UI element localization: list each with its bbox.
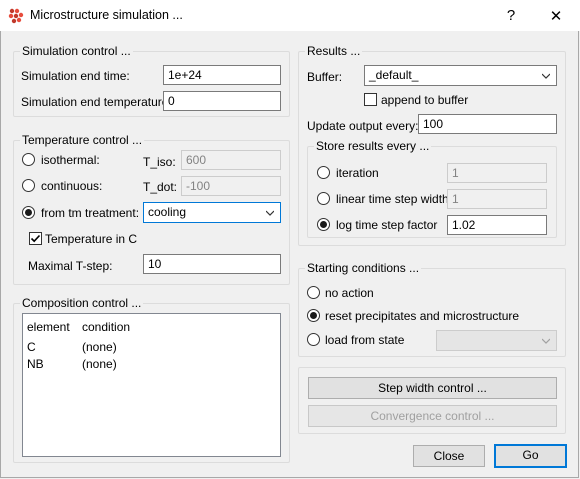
chevron-down-icon — [542, 73, 550, 79]
treatment-select-value: cooling — [148, 205, 187, 219]
from-tm-treatment-label: from tm treatment: — [41, 206, 140, 220]
isothermal-radio[interactable] — [22, 153, 35, 166]
max-tstep-label: Maximal T-step: — [28, 259, 113, 273]
linear-time-step-radio[interactable] — [317, 192, 330, 205]
from-tm-treatment-radio[interactable] — [22, 206, 35, 219]
log-time-step-label: log time step factor — [336, 218, 438, 232]
window-title: Microstructure simulation ... — [30, 8, 183, 22]
treatment-select[interactable]: cooling — [143, 202, 281, 223]
buffer-select[interactable]: _default_ — [364, 65, 557, 86]
append-to-buffer-label: append to buffer — [381, 93, 469, 107]
state-select[interactable] — [436, 330, 557, 351]
iteration-radio[interactable] — [317, 166, 330, 179]
update-output-label: Update output every: — [307, 119, 419, 133]
app-icon — [8, 8, 24, 24]
results-legend: Results ... — [305, 44, 363, 58]
column-header-element[interactable]: element — [27, 320, 70, 334]
continuous-radio[interactable] — [22, 179, 35, 192]
isothermal-label: isothermal: — [41, 153, 100, 167]
buffer-select-value: _default_ — [369, 68, 419, 82]
load-from-state-radio[interactable] — [307, 333, 320, 346]
convergence-control-button[interactable]: Convergence control ... — [308, 405, 557, 427]
buffer-label: Buffer: — [307, 70, 343, 84]
chevron-down-icon — [542, 338, 550, 344]
close-window-button[interactable]: ✕ — [533, 0, 579, 31]
iteration-label: iteration — [336, 166, 379, 180]
log-time-step-input[interactable]: 1.02 — [447, 215, 547, 235]
max-tstep-input[interactable]: 10 — [143, 254, 281, 274]
temperature-control-legend: Temperature control ... — [20, 133, 145, 147]
composition-control-legend: Composition control ... — [20, 296, 144, 310]
end-time-label: Simulation end time: — [21, 69, 130, 83]
end-temperature-input[interactable]: 0 — [163, 91, 281, 111]
reset-precipitates-radio[interactable] — [307, 309, 320, 322]
help-button[interactable]: ? — [488, 0, 534, 31]
go-button[interactable]: Go — [494, 444, 567, 468]
column-header-condition[interactable]: condition — [82, 320, 130, 334]
reset-precipitates-label: reset precipitates and microstructure — [325, 309, 520, 323]
linear-time-step-input[interactable]: 1 — [447, 189, 547, 209]
t-iso-label: T_iso: — [143, 155, 176, 169]
store-results-legend: Store results every ... — [314, 139, 432, 153]
t-iso-input[interactable]: 600 — [181, 150, 281, 170]
t-dot-input[interactable]: -100 — [181, 176, 281, 196]
close-button[interactable]: Close — [413, 445, 485, 467]
append-to-buffer-checkbox[interactable] — [364, 93, 377, 106]
simulation-control-legend: Simulation control ... — [20, 44, 133, 58]
step-width-control-button[interactable]: Step width control ... — [308, 377, 557, 399]
no-action-radio[interactable] — [307, 286, 320, 299]
table-cell-element[interactable]: NB — [27, 357, 44, 371]
temperature-in-c-checkbox[interactable] — [29, 232, 42, 245]
table-cell-element[interactable]: C — [27, 340, 36, 354]
starting-conditions-legend: Starting conditions ... — [305, 261, 422, 275]
temperature-in-c-label: Temperature in C — [45, 232, 138, 246]
continuous-label: continuous: — [41, 179, 103, 193]
composition-table[interactable]: element condition C (none) NB (none) — [22, 313, 281, 457]
chevron-down-icon — [266, 210, 274, 216]
no-action-label: no action — [325, 286, 374, 300]
log-time-step-radio[interactable] — [317, 218, 330, 231]
checkmark-icon — [30, 234, 41, 243]
t-dot-label: T_dot: — [143, 180, 178, 194]
table-cell-condition[interactable]: (none) — [82, 357, 117, 371]
load-from-state-label: load from state — [325, 333, 405, 347]
table-cell-condition[interactable]: (none) — [82, 340, 117, 354]
end-time-input[interactable]: 1e+24 — [163, 65, 281, 85]
iteration-input[interactable]: 1 — [447, 163, 547, 183]
end-temperature-label: Simulation end temperature: — [21, 95, 172, 109]
linear-time-step-label: linear time step width — [336, 192, 449, 206]
title-bar: Microstructure simulation ... ? ✕ — [0, 0, 580, 31]
update-output-input[interactable]: 100 — [418, 114, 557, 134]
